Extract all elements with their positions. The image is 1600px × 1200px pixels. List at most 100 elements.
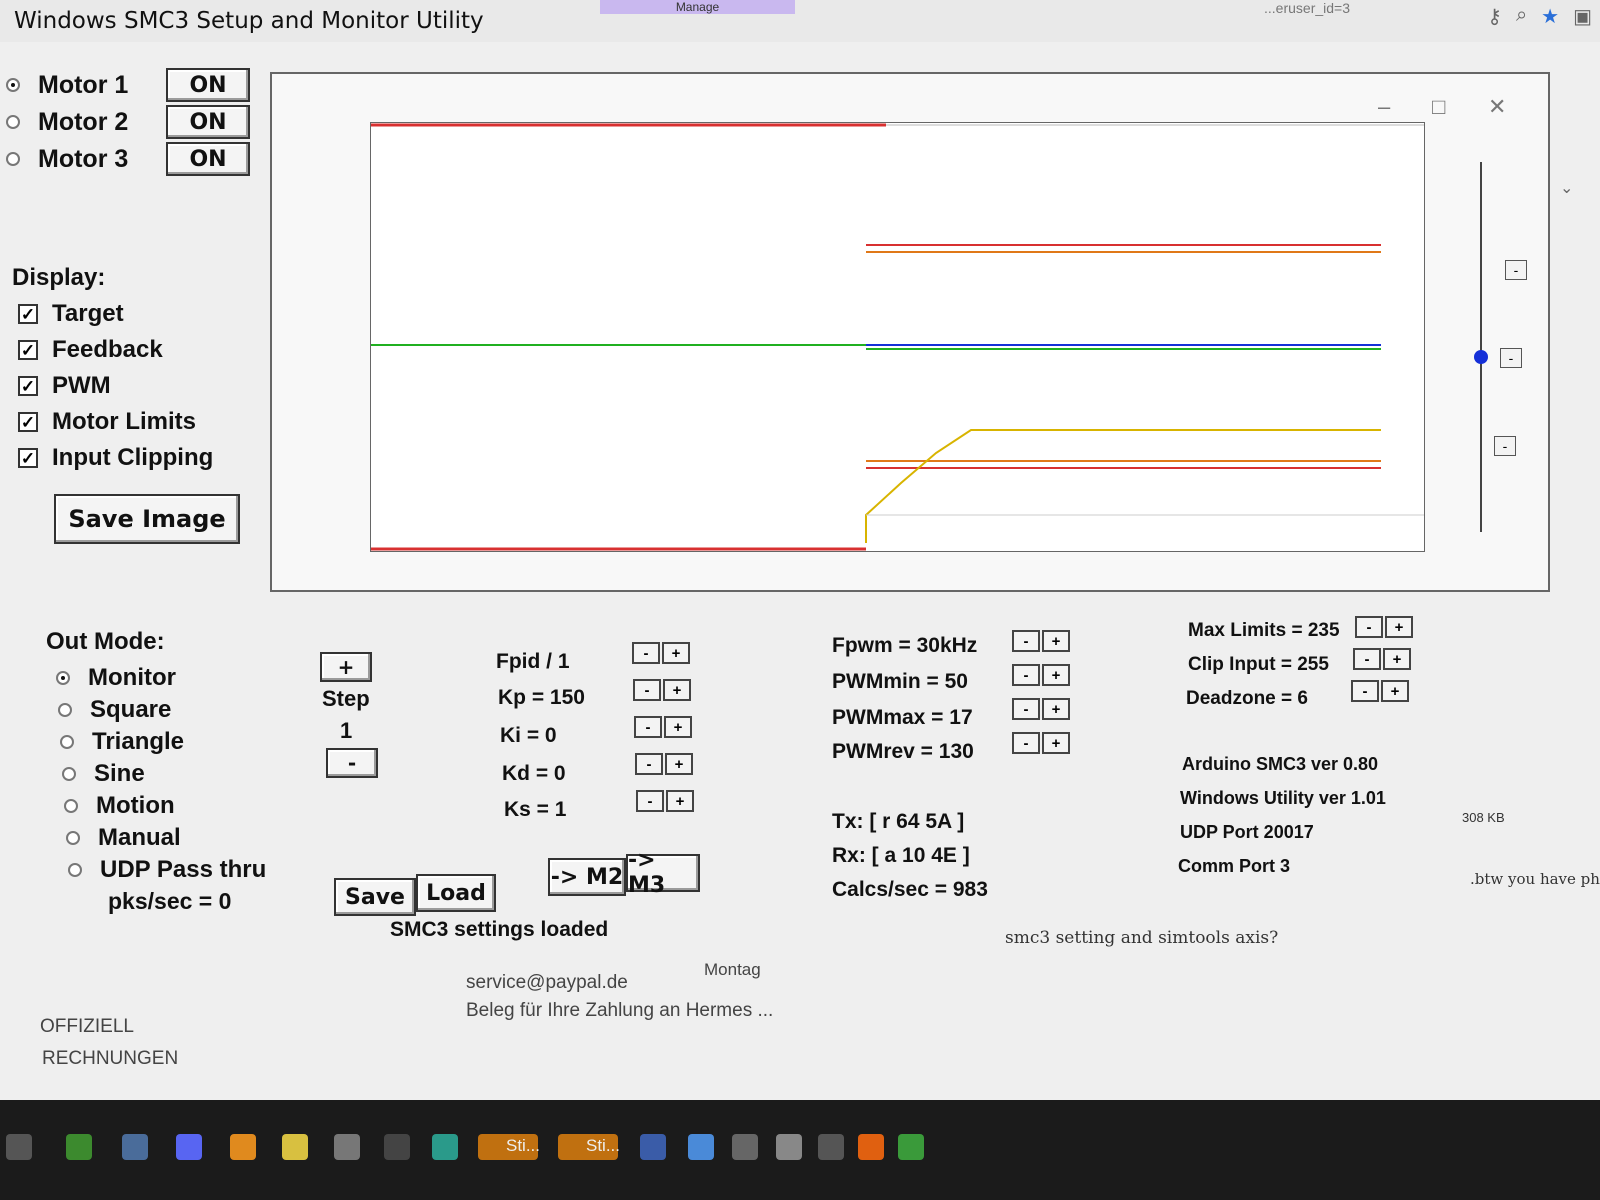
clip-input-minus-button[interactable]: -: [1353, 648, 1381, 670]
fpwm-minus-button[interactable]: -: [1012, 630, 1040, 652]
motor-3-on-button[interactable]: ON: [166, 142, 250, 176]
udp-radio[interactable]: [68, 863, 82, 877]
fpwm-plus-button[interactable]: +: [1042, 630, 1070, 652]
maximize-icon[interactable]: □: [1432, 94, 1445, 120]
deadzone-plus-button[interactable]: +: [1381, 680, 1409, 702]
task-view-icon[interactable]: [6, 1134, 32, 1160]
notepad-icon[interactable]: [282, 1134, 308, 1160]
kp-plus-button[interactable]: +: [663, 679, 691, 701]
pwmmax-plus-button[interactable]: +: [1042, 698, 1070, 720]
vr-icon[interactable]: [384, 1134, 410, 1160]
kd-plus-button[interactable]: +: [665, 753, 693, 775]
motor-limits-checkbox[interactable]: ✓: [18, 412, 38, 432]
ki-minus-button[interactable]: -: [634, 716, 662, 738]
save-settings-button[interactable]: Save: [334, 878, 416, 916]
display-option-target[interactable]: ✓ Target: [18, 300, 124, 328]
plot-side-button-1[interactable]: -: [1505, 260, 1527, 280]
save-image-button[interactable]: Save Image: [54, 494, 240, 544]
h-icon[interactable]: [898, 1134, 924, 1160]
motion-radio[interactable]: [64, 799, 78, 813]
display-option-feedback[interactable]: ✓ Feedback: [18, 336, 163, 364]
motor-row-2[interactable]: Motor 2 ON: [6, 105, 250, 139]
display-option-motor-limits[interactable]: ✓ Motor Limits: [18, 408, 196, 436]
clip-input-plus-button[interactable]: +: [1383, 648, 1411, 670]
motor-3-radio[interactable]: [6, 152, 20, 166]
pwmmin-plus-button[interactable]: +: [1042, 664, 1070, 686]
square-radio[interactable]: [58, 703, 72, 717]
target-checkbox[interactable]: ✓: [18, 304, 38, 324]
out-mode-square[interactable]: Square: [58, 696, 171, 724]
fpid-minus-button[interactable]: -: [632, 642, 660, 664]
key-icon[interactable]: ⚷: [1487, 4, 1502, 29]
close-icon[interactable]: ✕: [1488, 94, 1506, 120]
steam-icon[interactable]: [776, 1134, 802, 1160]
folder-rechnungen[interactable]: RECHNUNGEN: [42, 1048, 178, 1070]
motor-row-1[interactable]: Motor 1 ON: [6, 68, 250, 102]
out-mode-monitor[interactable]: Monitor: [56, 664, 176, 692]
pwmrev-minus-button[interactable]: -: [1012, 732, 1040, 754]
plot-side-button-2[interactable]: -: [1500, 348, 1522, 368]
step-minus-button[interactable]: -: [326, 748, 378, 778]
input-clipping-checkbox[interactable]: ✓: [18, 448, 38, 468]
pwmmax-minus-button[interactable]: -: [1012, 698, 1040, 720]
max-limits-plus-button[interactable]: +: [1385, 616, 1413, 638]
pwmmin-minus-button[interactable]: -: [1012, 664, 1040, 686]
out-mode-motion[interactable]: Motion: [64, 792, 175, 820]
step-plus-button[interactable]: +: [320, 652, 372, 682]
windows-taskbar: Sti... Sti...: [0, 1100, 1600, 1200]
out-mode-udp[interactable]: UDP Pass thru: [68, 856, 266, 884]
load-settings-button[interactable]: Load: [416, 874, 496, 912]
tray-icon-2[interactable]: [688, 1134, 714, 1160]
out-mode-triangle[interactable]: Triangle: [60, 728, 184, 756]
zoom-icon[interactable]: ⌕: [1516, 4, 1527, 29]
vlc-icon[interactable]: [858, 1134, 884, 1160]
motor-2-on-button[interactable]: ON: [166, 105, 250, 139]
plot-scale-slider-knob[interactable]: [1474, 350, 1488, 364]
deadzone-minus-button[interactable]: -: [1351, 680, 1379, 702]
kd-minus-button[interactable]: -: [635, 753, 663, 775]
manual-radio[interactable]: [66, 831, 80, 845]
ks-minus-button[interactable]: -: [636, 790, 664, 812]
max-limits-minus-button[interactable]: -: [1355, 616, 1383, 638]
ks-plus-button[interactable]: +: [666, 790, 694, 812]
feedback-checkbox[interactable]: ✓: [18, 340, 38, 360]
pwm-checkbox[interactable]: ✓: [18, 376, 38, 396]
motor-1-on-button[interactable]: ON: [166, 68, 250, 102]
browser-tab-manage[interactable]: Manage: [600, 0, 795, 14]
nvidia-icon[interactable]: [66, 1134, 92, 1160]
tray-icon-3[interactable]: [732, 1134, 758, 1160]
display-option-input-clipping[interactable]: ✓ Input Clipping: [18, 444, 213, 472]
browser-icon[interactable]: [432, 1134, 458, 1160]
mail-from[interactable]: service@paypal.de: [466, 972, 628, 994]
gamepad-icon[interactable]: [818, 1134, 844, 1160]
ki-plus-button[interactable]: +: [664, 716, 692, 738]
copy-to-m3-button[interactable]: -> M3: [626, 848, 700, 898]
motor-2-radio[interactable]: [6, 115, 20, 129]
display-option-pwm[interactable]: ✓ PWM: [18, 372, 111, 400]
star-icon[interactable]: ★: [1541, 4, 1559, 29]
copy-to-m2-button[interactable]: -> M2: [548, 858, 626, 896]
minimize-icon[interactable]: –: [1378, 94, 1390, 120]
app-r-icon[interactable]: [230, 1134, 256, 1160]
pwmrev-plus-button[interactable]: +: [1042, 732, 1070, 754]
smc3-app-window: Motor 1 ON Motor 2 ON Motor 3 ON Display…: [0, 42, 1600, 1100]
motor-row-3[interactable]: Motor 3 ON: [6, 142, 250, 176]
window-icon[interactable]: [334, 1134, 360, 1160]
network-icon[interactable]: [122, 1134, 148, 1160]
motor-1-radio[interactable]: [6, 78, 20, 92]
discord-icon[interactable]: [176, 1134, 202, 1160]
out-mode-manual[interactable]: Manual: [66, 824, 181, 852]
mail-subject[interactable]: Beleg für Ihre Zahlung an Hermes ...: [466, 1000, 773, 1022]
extension-icon[interactable]: ▣: [1573, 4, 1592, 29]
chevron-down-icon[interactable]: ⌄: [1560, 178, 1573, 198]
triangle-radio[interactable]: [60, 735, 74, 749]
out-mode-sine[interactable]: Sine: [62, 760, 145, 788]
kp-minus-button[interactable]: -: [633, 679, 661, 701]
plot-side-button-3[interactable]: -: [1494, 436, 1516, 456]
tray-icon-1[interactable]: [640, 1134, 666, 1160]
fpid-plus-button[interactable]: +: [662, 642, 690, 664]
plot-scale-slider-track[interactable]: [1480, 162, 1482, 532]
folder-offiziell[interactable]: OFFIZIELL: [40, 1016, 134, 1038]
monitor-radio[interactable]: [56, 671, 70, 685]
sine-radio[interactable]: [62, 767, 76, 781]
